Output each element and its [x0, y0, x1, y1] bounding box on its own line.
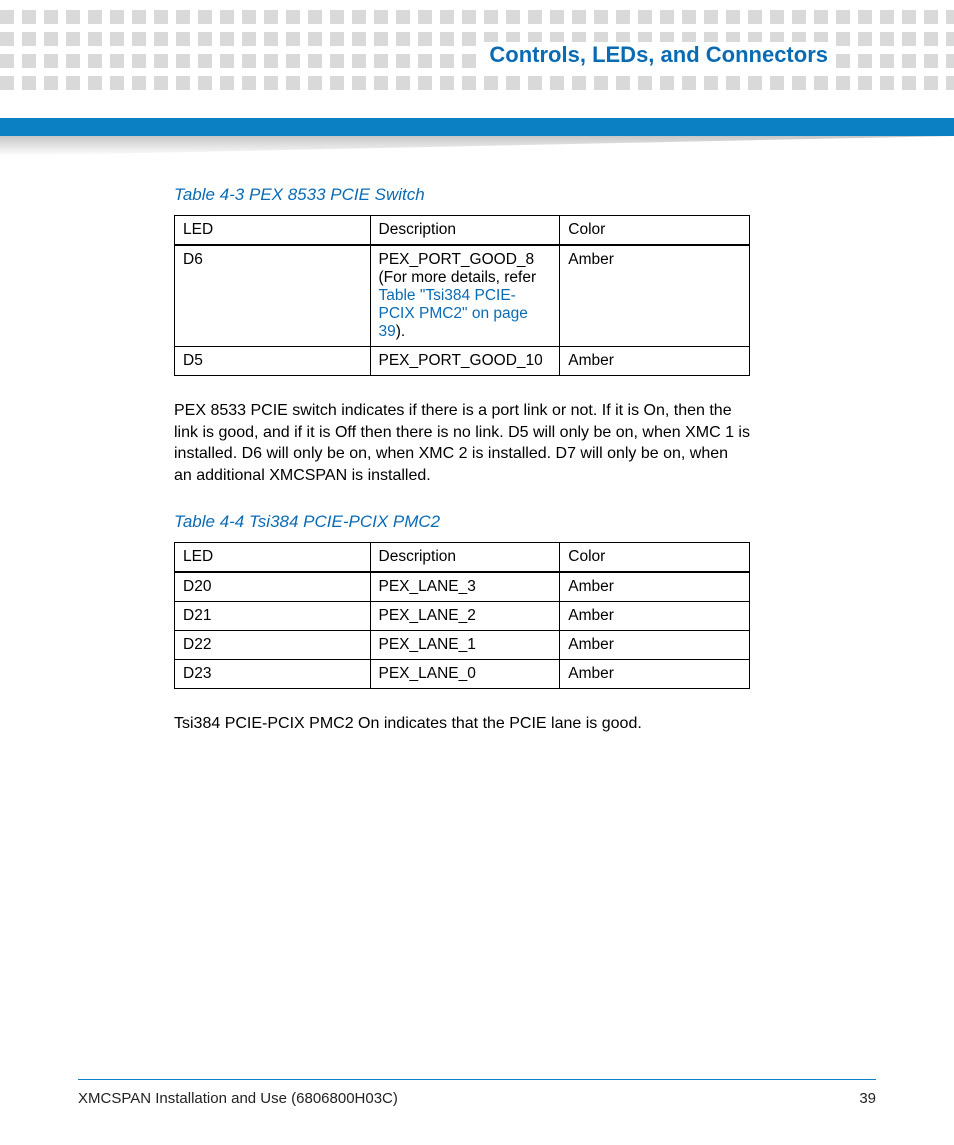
cell-color: Amber	[560, 245, 750, 347]
cell-led: D23	[175, 660, 371, 689]
cell-color: Amber	[560, 660, 750, 689]
paragraph-1: PEX 8533 PCIE switch indicates if there …	[174, 400, 750, 486]
table-row: D23 PEX_LANE_0 Amber	[175, 660, 750, 689]
th-color: Color	[560, 216, 750, 246]
footer-doc-title: XMCSPAN Installation and Use (6806800H03…	[78, 1090, 398, 1107]
footer-page-number: 39	[859, 1090, 876, 1107]
page-title: Controls, LEDs, and Connectors	[483, 42, 834, 68]
table-row: D5 PEX_PORT_GOOD_10 Amber	[175, 347, 750, 376]
cell-color: Amber	[560, 631, 750, 660]
cell-desc: PEX_PORT_GOOD_8 (For more details, refer…	[370, 245, 560, 347]
paragraph-2: Tsi384 PCIE-PCIX PMC2 On indicates that …	[174, 713, 750, 735]
cell-led: D21	[175, 602, 371, 631]
page-footer: XMCSPAN Installation and Use (6806800H03…	[78, 1079, 876, 1107]
table-header-row: LED Description Color	[175, 216, 750, 246]
cell-color: Amber	[560, 602, 750, 631]
cell-led: D5	[175, 347, 371, 376]
th-color: Color	[560, 543, 750, 573]
cell-color: Amber	[560, 347, 750, 376]
cell-led: D22	[175, 631, 371, 660]
cell-led: D6	[175, 245, 371, 347]
header-gray-wedge	[0, 136, 954, 156]
table-4-3-caption: Table 4-3 PEX 8533 PCIE Switch	[174, 185, 750, 205]
th-led: LED	[175, 216, 371, 246]
cell-desc: PEX_LANE_2	[370, 602, 560, 631]
table-row: D21 PEX_LANE_2 Amber	[175, 602, 750, 631]
cell-desc: PEX_LANE_3	[370, 572, 560, 602]
cell-desc: PEX_PORT_GOOD_10	[370, 347, 560, 376]
table-4-4-caption: Table 4-4 Tsi384 PCIE-PCIX PMC2	[174, 512, 750, 532]
header-blue-bar	[0, 118, 954, 136]
table-row: D6 PEX_PORT_GOOD_8 (For more details, re…	[175, 245, 750, 347]
main-content: Table 4-3 PEX 8533 PCIE Switch LED Descr…	[174, 185, 750, 761]
table-row: D20 PEX_LANE_3 Amber	[175, 572, 750, 602]
cell-color: Amber	[560, 572, 750, 602]
th-desc: Description	[370, 543, 560, 573]
table-4-4: LED Description Color D20 PEX_LANE_3 Amb…	[174, 542, 750, 689]
cell-led: D20	[175, 572, 371, 602]
cell-desc: PEX_LANE_0	[370, 660, 560, 689]
table-header-row: LED Description Color	[175, 543, 750, 573]
table-4-3: LED Description Color D6 PEX_PORT_GOOD_8…	[174, 215, 750, 376]
th-desc: Description	[370, 216, 560, 246]
table-row: D22 PEX_LANE_1 Amber	[175, 631, 750, 660]
cell-desc: PEX_LANE_1	[370, 631, 560, 660]
th-led: LED	[175, 543, 371, 573]
